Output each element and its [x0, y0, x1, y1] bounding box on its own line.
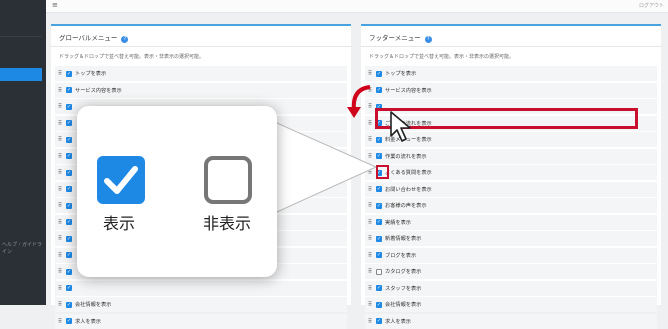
visibility-checkbox[interactable]: ✓: [376, 70, 382, 77]
sidebar-footer-text[interactable]: ヘルプ・ガイドライン: [2, 241, 46, 255]
visibility-checkbox[interactable]: ✓: [66, 153, 72, 159]
drag-handle-icon[interactable]: ⠿: [365, 285, 374, 292]
drag-handle-icon[interactable]: ⠿: [55, 136, 64, 143]
menu-item-row[interactable]: ⠿ ✓ お客様の声を表示: [365, 198, 657, 213]
menu-item-label: トップを表示: [75, 71, 107, 77]
topbar: ≡ ログアウト: [46, 0, 668, 13]
sidebar-item-active[interactable]: [0, 68, 42, 81]
visibility-checkbox[interactable]: ✓: [376, 285, 382, 291]
drag-handle-icon[interactable]: ⠿: [55, 169, 64, 176]
drag-handle-icon[interactable]: ⠿: [55, 235, 64, 242]
logout-link[interactable]: ログアウト: [639, 2, 664, 9]
menu-item-row[interactable]: ⠿ ✓ 新着情報を表示: [365, 231, 657, 246]
menu-item-row[interactable]: ⠿ ✓ サービス内容を表示: [365, 82, 657, 98]
visibility-checkbox[interactable]: ✓: [66, 103, 72, 110]
drag-handle-icon[interactable]: ⠿: [55, 252, 64, 259]
menu-item-row[interactable]: ⠿ ✓ トップを表示: [55, 66, 347, 81]
menu-item-row[interactable]: ⠿ ✓ サービス内容を表示: [55, 82, 347, 98]
visibility-checkbox[interactable]: ✓: [66, 219, 72, 225]
menu-item-row[interactable]: ⠿ ✓ ブログを表示: [365, 247, 657, 263]
divider: [361, 46, 661, 47]
sidebar-divider: [0, 36, 42, 37]
menu-item-row[interactable]: ⠿ ✓: [55, 280, 347, 296]
menu-item-label: スタッフを表示: [385, 285, 422, 292]
drag-handle-icon[interactable]: ⠿: [55, 103, 64, 110]
mouse-cursor-icon: [390, 111, 411, 142]
visibility-checkbox[interactable]: ✓: [66, 268, 72, 275]
drag-handle-icon[interactable]: ⠿: [55, 87, 64, 94]
drag-handle-icon[interactable]: ⠿: [55, 202, 64, 209]
panel-title: フッターメニュー?: [369, 32, 432, 43]
menu-item-row[interactable]: ⠿ ✓ よくある質問を表示: [365, 165, 657, 180]
unchecked-checkbox-icon: [204, 156, 252, 204]
menu-item-label: 求人を表示: [385, 318, 411, 325]
menu-icon[interactable]: ≡: [52, 1, 58, 9]
menu-item-label: サービス内容を表示: [385, 87, 432, 94]
visibility-checkbox[interactable]: ✓: [66, 235, 72, 242]
visibility-checkbox[interactable]: ✓: [66, 202, 72, 209]
menu-item-row[interactable]: ⠿ ✓ スタッフを表示: [365, 280, 657, 296]
drag-handle-icon[interactable]: ⠿: [55, 318, 64, 325]
visibility-checkbox[interactable]: ✓: [376, 318, 382, 324]
menu-item-label: 求人を表示: [75, 318, 101, 325]
divider: [51, 46, 351, 47]
help-icon[interactable]: ?: [424, 36, 432, 43]
show-label: 表示: [103, 214, 136, 233]
menu-item-label: サービス内容を表示: [75, 87, 122, 94]
drag-handle-icon[interactable]: ⠿: [55, 153, 64, 160]
drag-handle-icon[interactable]: ⠿: [55, 120, 64, 127]
visibility-checkbox[interactable]: ✓: [66, 87, 72, 93]
menu-item-row[interactable]: ⠿ ✓ 作業の流れを表示: [365, 148, 657, 164]
visibility-checkbox[interactable]: ✓: [66, 120, 72, 126]
menu-item-row[interactable]: ⠿ ✓ 求人を表示: [365, 313, 657, 329]
sidebar: ヘルプ・ガイドライン: [0, 0, 46, 305]
drag-handle-icon[interactable]: ⠿: [55, 70, 64, 77]
drag-handle-icon[interactable]: ⠿: [365, 318, 374, 325]
panel-description: ドラッグ＆ドロップで並べ替え可能。表示・非表示の選択可能。: [369, 54, 515, 60]
checked-checkbox-icon: [97, 156, 145, 204]
menu-item-row[interactable]: ⠿ ✓ 求人を表示: [55, 313, 347, 329]
menu-item-row[interactable]: ⠿ ✓ お問い合わせを表示: [365, 181, 657, 197]
drag-handle-icon[interactable]: ⠿: [55, 285, 64, 292]
menu-item-row[interactable]: ⠿ カタログを表示: [365, 264, 657, 279]
drag-handle-icon[interactable]: ⠿: [55, 219, 64, 226]
menu-item-row[interactable]: ⠿ ✓ 実績を表示: [365, 214, 657, 230]
visibility-checkbox[interactable]: ✓: [66, 285, 72, 291]
panel-title: グローバルメニュー?: [59, 32, 129, 43]
visibility-checkbox[interactable]: ✓: [66, 169, 72, 176]
menu-item-label: トップを表示: [385, 71, 417, 77]
visibility-checkbox[interactable]: ✓: [66, 318, 72, 324]
checkbox-legend-popup: 表示 非表示: [77, 106, 277, 277]
help-icon[interactable]: ?: [121, 36, 129, 43]
visibility-checkbox[interactable]: ✓: [66, 186, 72, 192]
drag-handle-icon[interactable]: ⠿: [55, 268, 64, 275]
panel-description: ドラッグ＆ドロップで並べ替え可能。表示・非表示の選択可能。: [59, 54, 205, 60]
drag-handle-icon[interactable]: ⠿: [365, 70, 374, 77]
visibility-checkbox[interactable]: ✓: [66, 252, 72, 258]
visibility-checkbox[interactable]: ✓: [66, 136, 72, 143]
footer-menu-panel: フッターメニュー? ドラッグ＆ドロップで並べ替え可能。表示・非表示の選択可能。 …: [361, 24, 661, 329]
hide-label: 非表示: [203, 214, 252, 233]
drag-handle-icon[interactable]: ⠿: [55, 186, 64, 193]
visibility-checkbox[interactable]: ✓: [66, 70, 72, 77]
callout-pointer: [270, 119, 377, 216]
menu-item-row[interactable]: ⠿ ✓ トップを表示: [365, 66, 657, 81]
